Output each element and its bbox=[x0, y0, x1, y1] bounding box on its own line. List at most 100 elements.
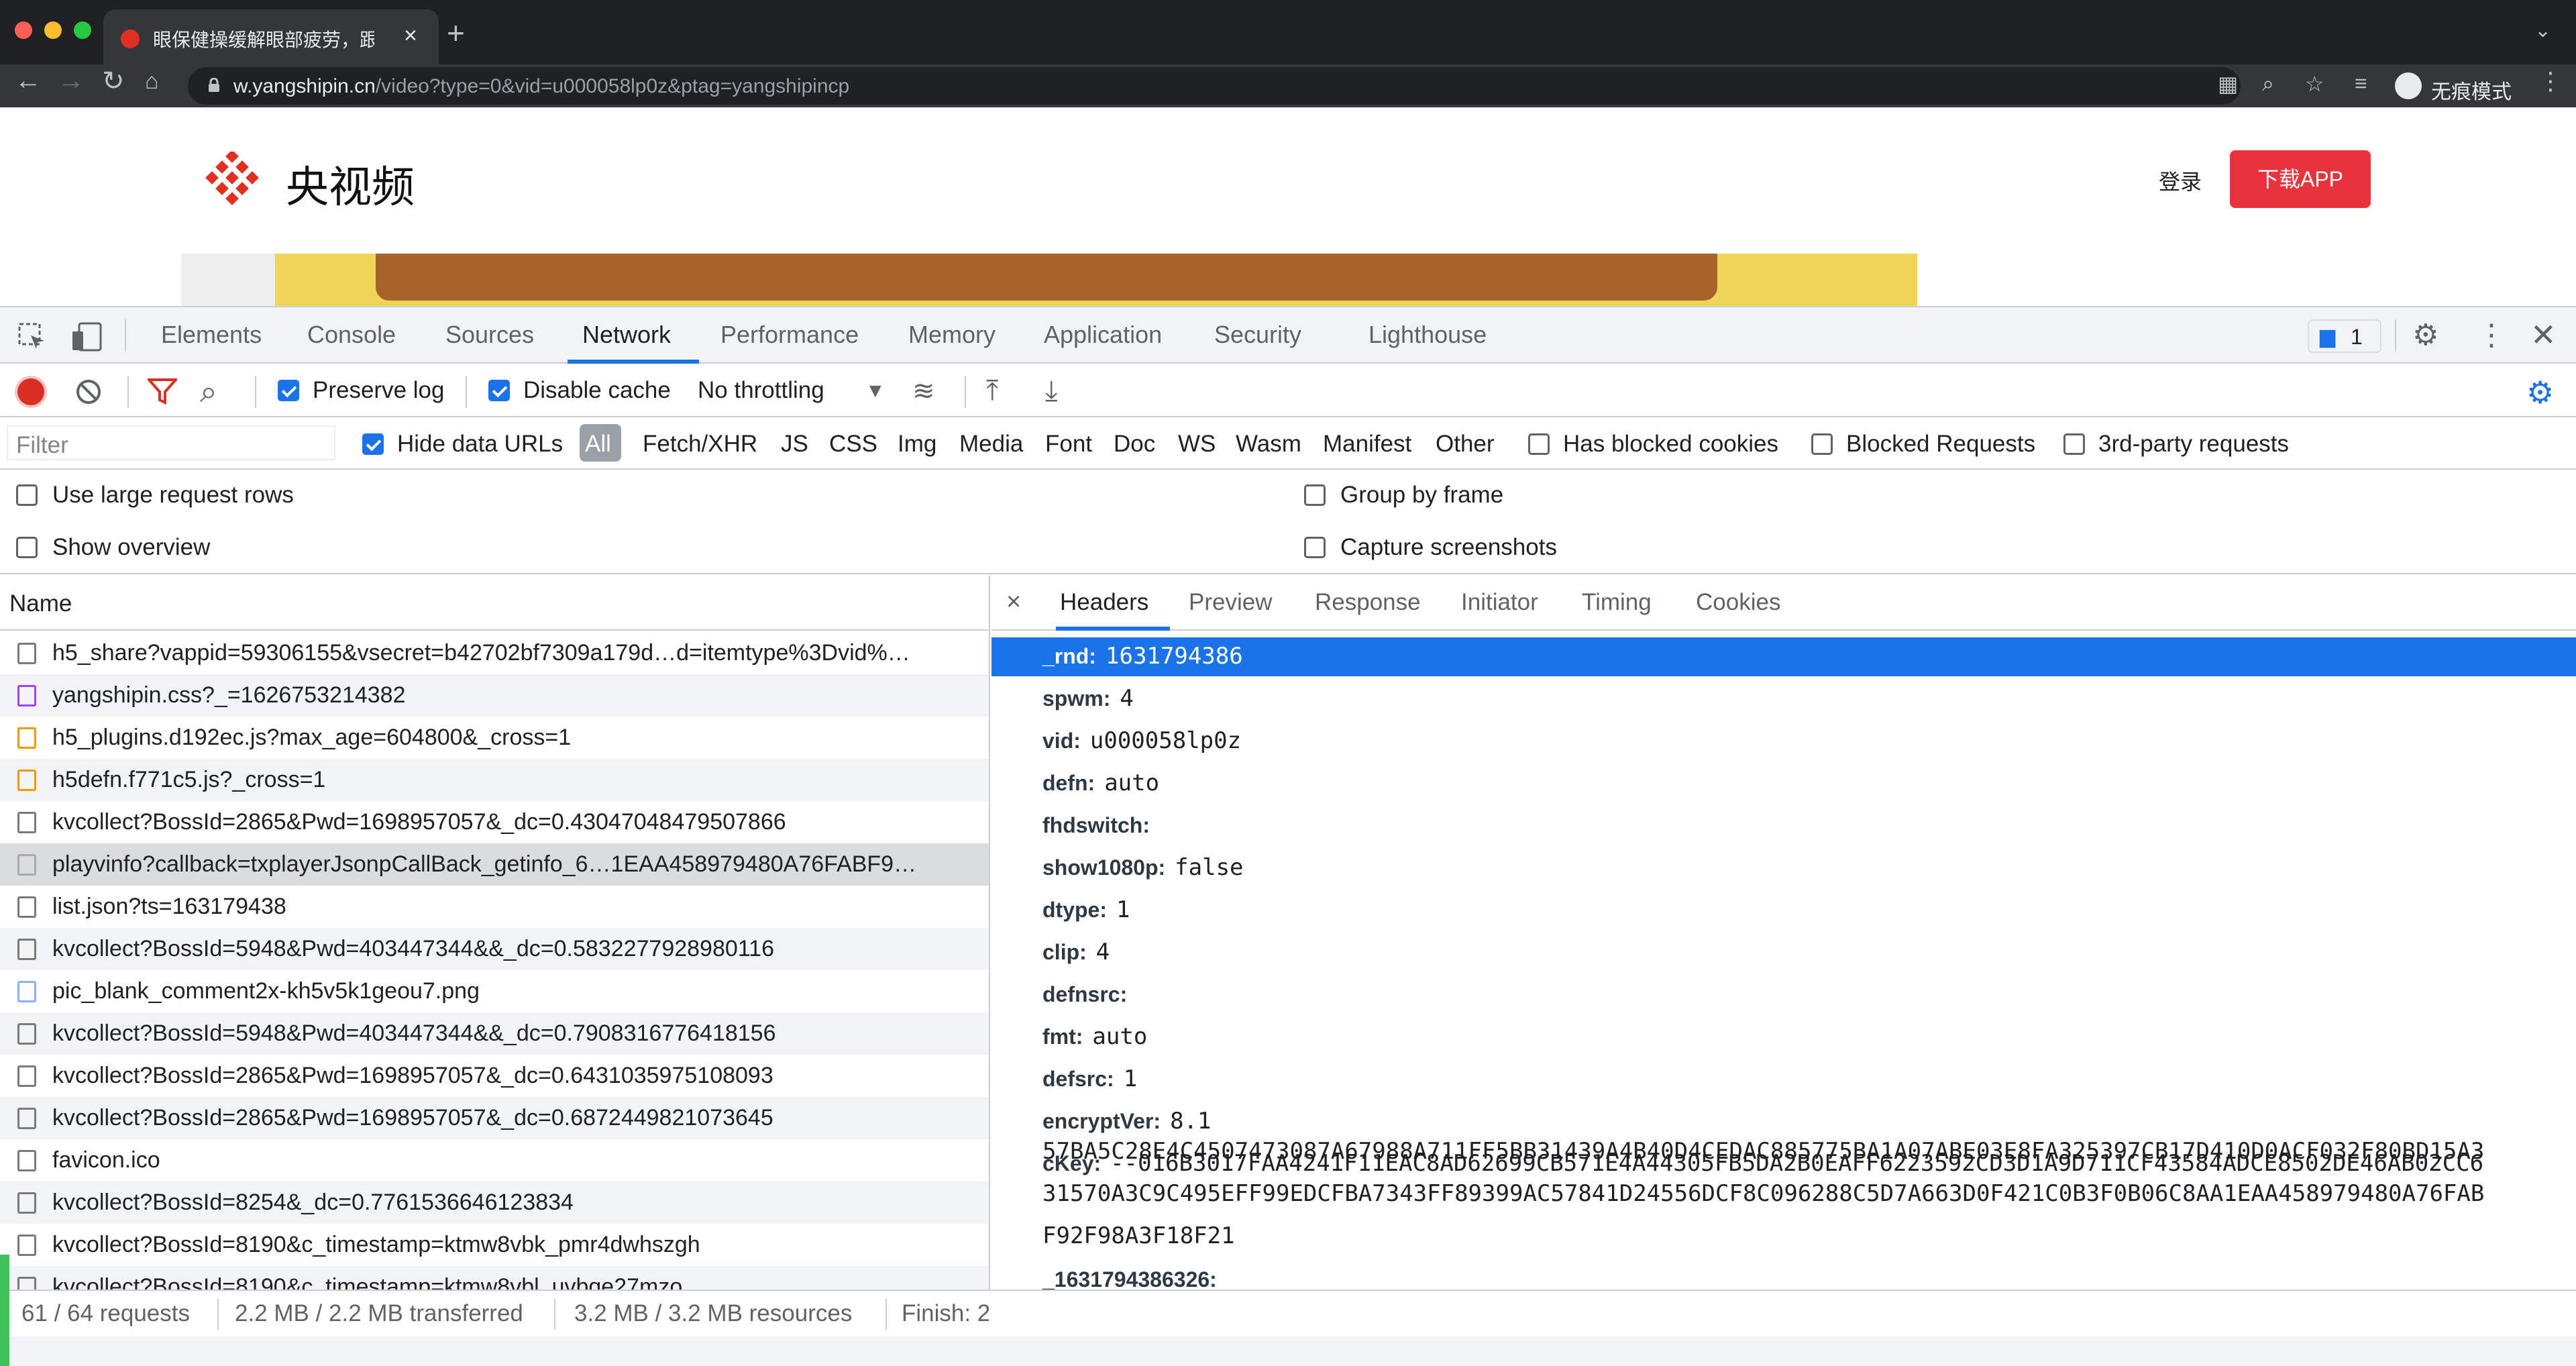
download-app-button[interactable]: 下载APP bbox=[2230, 150, 2371, 208]
issues-badge[interactable]: ▆ 1 bbox=[2308, 319, 2381, 353]
detail-tab-indicator bbox=[1056, 627, 1170, 631]
tab-performance[interactable]: Performance bbox=[720, 321, 859, 349]
devtools-menu-icon[interactable]: ⋮ bbox=[2477, 318, 2506, 352]
home-icon[interactable]: ⌂ bbox=[145, 68, 159, 95]
tab-console[interactable]: Console bbox=[307, 321, 396, 349]
inspect-element-icon[interactable] bbox=[17, 322, 47, 352]
record-icon[interactable] bbox=[17, 378, 44, 405]
table-row[interactable]: kvcollect?BossId=2865&Pwd=1698957057&_dc… bbox=[0, 1097, 989, 1139]
throttling-select[interactable]: No throttling bbox=[698, 377, 824, 404]
disable-cache-checkbox[interactable] bbox=[488, 380, 510, 401]
blocked-cookies-checkbox[interactable] bbox=[1528, 433, 1550, 455]
clear-icon[interactable] bbox=[75, 378, 102, 405]
qr-code-icon[interactable]: ▦ bbox=[2218, 71, 2238, 97]
profile-label: 无痕模式 bbox=[2431, 81, 2512, 103]
table-row[interactable]: favicon.ico bbox=[0, 1139, 989, 1181]
file-type-icon bbox=[17, 981, 36, 1002]
login-link[interactable]: 登录 bbox=[2159, 165, 2202, 196]
site-logo-text[interactable]: 央视频 bbox=[286, 153, 415, 215]
minimize-window-button[interactable] bbox=[44, 21, 62, 39]
filter-media[interactable]: Media bbox=[959, 431, 1023, 458]
preserve-log-checkbox[interactable] bbox=[278, 380, 299, 401]
device-toolbar-icon[interactable] bbox=[71, 322, 103, 352]
chevron-down-icon[interactable]: ▼ bbox=[865, 380, 885, 403]
table-row[interactable]: h5_plugins.d192ec.js?max_age=604800&_cro… bbox=[0, 717, 989, 759]
address-bar[interactable]: w.yangshipin.cn/video?type=0&vid=u000058… bbox=[188, 67, 2241, 105]
filter-input[interactable]: Filter bbox=[7, 425, 335, 460]
forward-icon[interactable]: → bbox=[58, 66, 85, 96]
tab-lighthouse[interactable]: Lighthouse bbox=[1368, 321, 1487, 349]
filter-css[interactable]: CSS bbox=[829, 431, 877, 458]
new-tab-button[interactable]: + bbox=[447, 15, 465, 51]
table-row[interactable]: kvcollect?BossId=2865&Pwd=1698957057&_dc… bbox=[0, 801, 989, 843]
large-rows-checkbox[interactable] bbox=[16, 484, 38, 506]
tab-sources[interactable]: Sources bbox=[445, 321, 534, 349]
blocked-requests-checkbox[interactable] bbox=[1811, 433, 1833, 455]
detail-tab-response[interactable]: Response bbox=[1315, 589, 1421, 616]
filter-icon[interactable] bbox=[148, 378, 177, 405]
detail-tab-headers[interactable]: Headers bbox=[1060, 589, 1148, 616]
detail-tab-timing[interactable]: Timing bbox=[1582, 589, 1652, 616]
filter-img[interactable]: Img bbox=[898, 431, 936, 458]
import-har-icon[interactable]: ⤒ bbox=[986, 374, 999, 407]
tab-search-icon[interactable]: ⌄ bbox=[2534, 19, 2551, 42]
filter-font[interactable]: Font bbox=[1045, 431, 1092, 458]
video-player[interactable] bbox=[181, 254, 1917, 306]
filter-manifest[interactable]: Manifest bbox=[1323, 431, 1411, 458]
close-detail-icon[interactable]: × bbox=[1006, 588, 1021, 617]
filter-fetch-xhr[interactable]: Fetch/XHR bbox=[643, 431, 757, 458]
tab-close-icon[interactable]: × bbox=[404, 23, 417, 49]
filter-other[interactable]: Other bbox=[1436, 431, 1495, 458]
detail-tab-preview[interactable]: Preview bbox=[1189, 589, 1272, 616]
zoom-icon[interactable]: ⌕ bbox=[2262, 71, 2274, 97]
table-row[interactable]: kvcollect?BossId=8190&c_timestamp=ktmw8v… bbox=[0, 1224, 989, 1266]
filter-js[interactable]: JS bbox=[781, 431, 808, 458]
table-row[interactable]: yangshipin.css?_=1626753214382 bbox=[0, 674, 989, 717]
hide-data-urls-checkbox[interactable] bbox=[362, 433, 384, 455]
tab-elements[interactable]: Elements bbox=[161, 321, 262, 349]
third-party-label: 3rd-party requests bbox=[2098, 431, 2290, 457]
bookmark-star-icon[interactable]: ☆ bbox=[2305, 71, 2324, 97]
filter-ws[interactable]: WS bbox=[1178, 431, 1216, 458]
reload-icon[interactable]: ↻ bbox=[102, 66, 125, 97]
table-row[interactable]: h5_share?vappid=59306155&vsecret=b42702b… bbox=[0, 632, 989, 674]
settings-gear-icon[interactable]: ⚙ bbox=[2412, 318, 2438, 352]
param-value: 1 bbox=[1123, 1065, 1138, 1092]
request-name: h5_plugins.d192ec.js?max_age=604800&_cro… bbox=[52, 725, 572, 750]
table-row[interactable]: h5defn.f771c5.js?_cross=1 bbox=[0, 759, 989, 801]
reading-list-icon[interactable]: ≡ bbox=[2355, 71, 2367, 96]
tab-network[interactable]: Network bbox=[582, 321, 671, 349]
close-window-button[interactable] bbox=[15, 21, 32, 39]
network-conditions-icon[interactable]: ≋ bbox=[912, 376, 935, 407]
filter-doc[interactable]: Doc bbox=[1114, 431, 1155, 458]
table-row[interactable]: kvcollect?BossId=8254&_dc=0.776153664612… bbox=[0, 1181, 989, 1224]
browser-menu-icon[interactable]: ⋮ bbox=[2538, 67, 2563, 95]
zoom-window-button[interactable] bbox=[74, 21, 91, 39]
detail-tab-initiator[interactable]: Initiator bbox=[1461, 589, 1538, 616]
table-row[interactable]: kvcollect?BossId=5948&Pwd=403447344&&_dc… bbox=[0, 1012, 989, 1055]
third-party-checkbox[interactable] bbox=[2063, 433, 2085, 455]
name-column-header[interactable]: Name bbox=[9, 590, 72, 617]
tab-memory[interactable]: Memory bbox=[908, 321, 996, 349]
param-key: clip: bbox=[1042, 940, 1087, 964]
capture-screenshots-checkbox[interactable] bbox=[1304, 537, 1326, 558]
table-row[interactable]: pic_blank_comment2x-kh5v5k1geou7.png bbox=[0, 970, 989, 1012]
show-overview-checkbox[interactable] bbox=[16, 537, 38, 558]
network-settings-gear-icon[interactable]: ⚙ bbox=[2526, 374, 2554, 411]
browser-tab-active[interactable]: 眼保健操缓解眼部疲劳，跟做操 × bbox=[103, 9, 439, 64]
table-row[interactable]: kvcollect?BossId=2865&Pwd=1698957057&_dc… bbox=[0, 1055, 989, 1097]
close-devtools-icon[interactable]: ✕ bbox=[2530, 317, 2557, 353]
back-icon[interactable]: ← bbox=[15, 66, 42, 96]
detail-tab-cookies[interactable]: Cookies bbox=[1696, 589, 1780, 616]
file-type-icon bbox=[17, 643, 36, 664]
group-by-frame-checkbox[interactable] bbox=[1304, 484, 1326, 506]
tab-application[interactable]: Application bbox=[1044, 321, 1162, 349]
tab-security[interactable]: Security bbox=[1214, 321, 1301, 349]
table-row[interactable]: list.json?ts=163179438 bbox=[0, 886, 989, 928]
table-row[interactable]: kvcollect?BossId=5948&Pwd=403447344&&_dc… bbox=[0, 928, 989, 970]
search-icon[interactable]: ⌕ bbox=[200, 373, 217, 411]
export-har-icon[interactable]: ⤓ bbox=[1045, 374, 1058, 407]
filter-wasm[interactable]: Wasm bbox=[1236, 431, 1301, 458]
table-row[interactable]: playvinfo?callback=txplayerJsonpCallBack… bbox=[0, 843, 989, 886]
filter-all-button[interactable]: All bbox=[580, 424, 621, 462]
